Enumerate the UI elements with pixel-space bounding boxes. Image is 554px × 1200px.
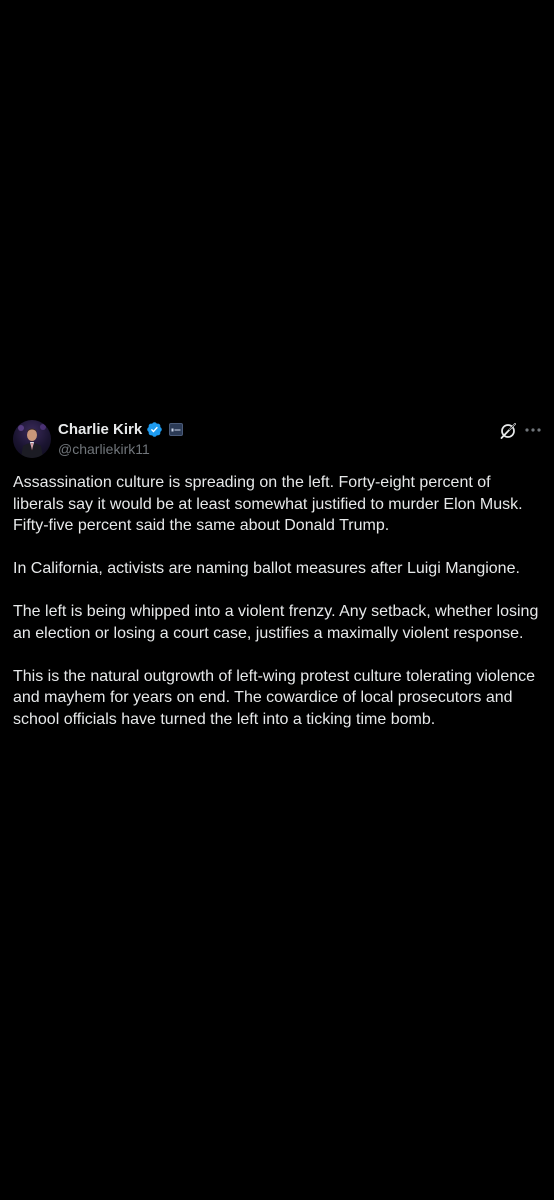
tweet-paragraph: In California, activists are naming ball… [13,560,520,577]
author-info: Charlie Kirk @charliekirk11 [58,420,184,457]
tweet-header: Charlie Kirk @charliekirk11 [13,412,542,464]
tweet-text: Assassination culture is spreading on th… [13,472,542,730]
verified-badge-icon[interactable] [146,421,163,438]
handle[interactable]: @charliekirk11 [58,441,183,457]
avatar[interactable] [13,420,51,458]
grok-icon[interactable] [499,422,517,440]
display-name[interactable]: Charlie Kirk [58,421,142,438]
tweet: Charlie Kirk @charliekirk11 Assassinatio… [0,412,554,752]
name-row: Charlie Kirk [58,420,184,439]
tweet-paragraph: Assassination culture is spreading on th… [13,474,523,534]
affiliate-badge-icon[interactable] [169,423,184,436]
tweet-paragraph: This is the natural outgrowth of left-wi… [13,667,536,728]
more-options-icon[interactable] [522,420,544,440]
tweet-paragraph: The left is being whipped into a violent… [13,603,539,642]
